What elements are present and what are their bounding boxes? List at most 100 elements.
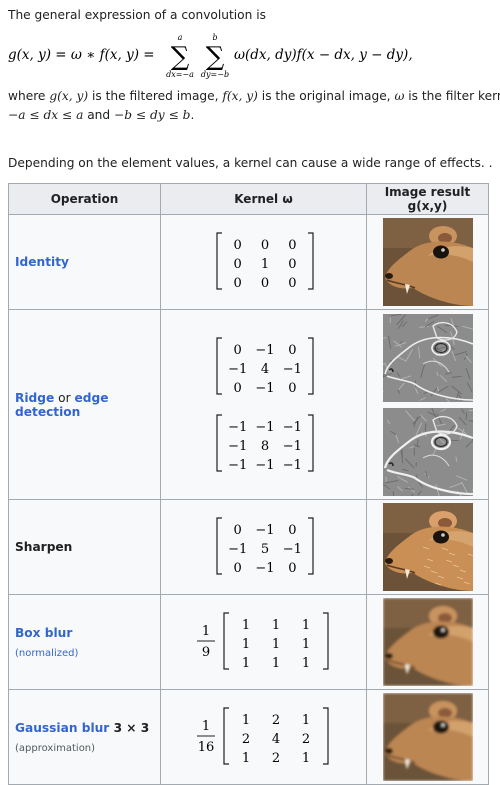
matrix-cell: 1 bbox=[301, 618, 309, 633]
kernel-matrix: 0 −1 0 −1 5 −1 0 −1 0 bbox=[215, 516, 314, 576]
matrix-cell: 0 bbox=[233, 561, 241, 576]
operation-conjunction: or bbox=[54, 390, 75, 405]
matrix-cell: −1 bbox=[228, 458, 247, 473]
animal-ear-inner bbox=[437, 233, 452, 243]
matrix-cell: −1 bbox=[255, 420, 274, 435]
operation-cell: Gaussian blur 3 × 3 (approximation) bbox=[8, 689, 161, 785]
sum2-top: b bbox=[212, 33, 217, 42]
matrix-cell: 0 bbox=[260, 276, 268, 291]
column-header-operation: Operation bbox=[8, 183, 161, 215]
math-g: g(x, y) bbox=[49, 89, 89, 103]
kernel-cell: 1 16 1 2 1 2 4 2 1 2 1 bbox=[160, 689, 367, 785]
matrix-cell: 0 bbox=[233, 343, 241, 358]
animal-ear-inner bbox=[437, 518, 452, 528]
kernel-scale-numerator: 1 bbox=[201, 624, 209, 639]
result-image bbox=[382, 218, 473, 306]
operation-link-box-blur[interactable]: Box blur bbox=[15, 626, 72, 640]
operation-link-gaussian-blur[interactable]: Gaussian blur bbox=[15, 721, 109, 735]
matrix-cell: −1 bbox=[282, 420, 301, 435]
table-row: Ridge or edge detection 0 −1 0 −1 4 −1 0 −1 0 −1… bbox=[8, 309, 489, 500]
where-text: is the original image, bbox=[257, 89, 395, 103]
animal-eye-highlight bbox=[440, 723, 445, 727]
matrix-cell: 1 bbox=[271, 656, 279, 671]
table-row: Gaussian blur 3 × 3 (approximation) 1 16 1… bbox=[8, 689, 489, 785]
matrix-cell: 0 bbox=[288, 276, 296, 291]
matrix-cell: 0 bbox=[288, 343, 296, 358]
table-header-row: Operation Kernel ω Image result g(x,y) bbox=[8, 183, 489, 215]
matrix-cell: 1 bbox=[301, 656, 309, 671]
operation-cell: Ridge or edge detection bbox=[8, 309, 161, 500]
matrix-left-bracket bbox=[215, 231, 222, 290]
matrix-cell: 1 bbox=[260, 257, 268, 272]
matrix-cell: 4 bbox=[260, 362, 268, 377]
column-header-kernel: Kernel ω bbox=[160, 183, 367, 215]
kernel-cell: 0 0 0 0 1 0 0 0 0 bbox=[160, 214, 367, 310]
matrix-cell: −1 bbox=[228, 439, 247, 454]
kernel-matrix: 1 9 1 1 1 1 1 1 1 1 1 bbox=[196, 611, 329, 671]
matrix-cell: −1 bbox=[255, 523, 274, 538]
matrix-cell: −1 bbox=[255, 381, 274, 396]
operation-note[interactable]: (normalized) bbox=[15, 648, 160, 659]
matrix-cell: 2 bbox=[271, 713, 279, 728]
where-text: and bbox=[83, 108, 115, 122]
result-cell bbox=[366, 214, 489, 310]
convolution-formula: g(x, y) = ω ∗ f(x, y) = a ∑ dx=−a b ∑ dy… bbox=[8, 33, 413, 79]
matrix-cell: 1 bbox=[241, 618, 249, 633]
matrix-cell: −1 bbox=[282, 542, 301, 557]
matrix-cell: 8 bbox=[260, 439, 268, 454]
result-cell bbox=[366, 499, 489, 595]
formula-lhs: g(x, y) = ω ∗ f(x, y) = bbox=[8, 47, 155, 63]
operation-cell: Sharpen bbox=[8, 499, 161, 595]
animal-eye-highlight bbox=[440, 628, 445, 632]
matrix-cell: 0 bbox=[288, 381, 296, 396]
animal-ear-inner bbox=[437, 613, 452, 623]
animal-nose bbox=[384, 558, 393, 564]
where-text: is the filtered image, bbox=[88, 89, 223, 103]
intro-text: The general expression of a convolution … bbox=[8, 8, 266, 22]
operation-cell: Identity bbox=[8, 214, 161, 310]
formula-term: ω(dx, dy)f(x − dx, y − dy), bbox=[234, 47, 413, 63]
matrix-cell: 0 bbox=[288, 561, 296, 576]
kernel-scale-numerator: 1 bbox=[201, 719, 209, 734]
matrix-left-bracket bbox=[222, 706, 229, 765]
where-line-1: where g(x, y) is the filtered image, f(x… bbox=[8, 89, 500, 103]
column-header-result: Image result g(x,y) bbox=[366, 183, 489, 215]
matrix-cell: 1 bbox=[301, 751, 309, 766]
matrix-cell: 1 bbox=[271, 618, 279, 633]
operation-link-identity[interactable]: Identity bbox=[15, 255, 69, 269]
sum1-sigma: ∑ bbox=[171, 42, 190, 72]
matrix-cell: −1 bbox=[228, 420, 247, 435]
matrix-cell: 2 bbox=[241, 732, 249, 747]
operation-link-ridge[interactable]: Ridge bbox=[15, 391, 54, 405]
animal-eye bbox=[432, 720, 449, 734]
result-image bbox=[382, 503, 473, 591]
matrix-cell: −1 bbox=[228, 542, 247, 557]
kernel-scale-denominator: 16 bbox=[197, 740, 214, 755]
result-cell bbox=[366, 309, 489, 500]
table-row: Box blur (normalized) 1 9 1 1 1 1 1 1 1 1 1 bbox=[8, 594, 489, 690]
kernel-cell: 0 −1 0 −1 5 −1 0 −1 0 bbox=[160, 499, 367, 595]
matrix-cell: −1 bbox=[255, 458, 274, 473]
sum1-top: a bbox=[178, 33, 183, 42]
matrix-left-bracket bbox=[215, 414, 222, 472]
result-image bbox=[382, 693, 473, 781]
result-cell bbox=[366, 689, 489, 785]
where-text: is the filter kernel bbox=[408, 89, 500, 103]
kernel-cell: 0 −1 0 −1 4 −1 0 −1 0 −1 −1 −1 −1 8 −1 −1 −1 −1 bbox=[160, 309, 367, 500]
matrix-cell: 2 bbox=[271, 751, 279, 766]
animal-eye-highlight bbox=[440, 248, 445, 252]
matrix-cell: 1 bbox=[301, 713, 309, 728]
animal-nose bbox=[384, 653, 393, 659]
operation-cell: Box blur (normalized) bbox=[8, 594, 161, 690]
where-text: where bbox=[8, 89, 50, 103]
kernel-matrix: 1 16 1 2 1 2 4 2 1 2 1 bbox=[196, 706, 329, 766]
math-omega: ω bbox=[394, 89, 405, 103]
matrix-right-bracket bbox=[307, 231, 314, 290]
matrix-cell: −1 bbox=[282, 439, 301, 454]
matrix-cell: −1 bbox=[255, 343, 274, 358]
kernel-cell: 1 9 1 1 1 1 1 1 1 1 1 bbox=[160, 594, 367, 690]
animal-nose bbox=[384, 748, 393, 754]
operation-label-sharpen: Sharpen bbox=[15, 540, 73, 554]
matrix-cell: 0 bbox=[233, 276, 241, 291]
where-text: . bbox=[190, 108, 195, 122]
